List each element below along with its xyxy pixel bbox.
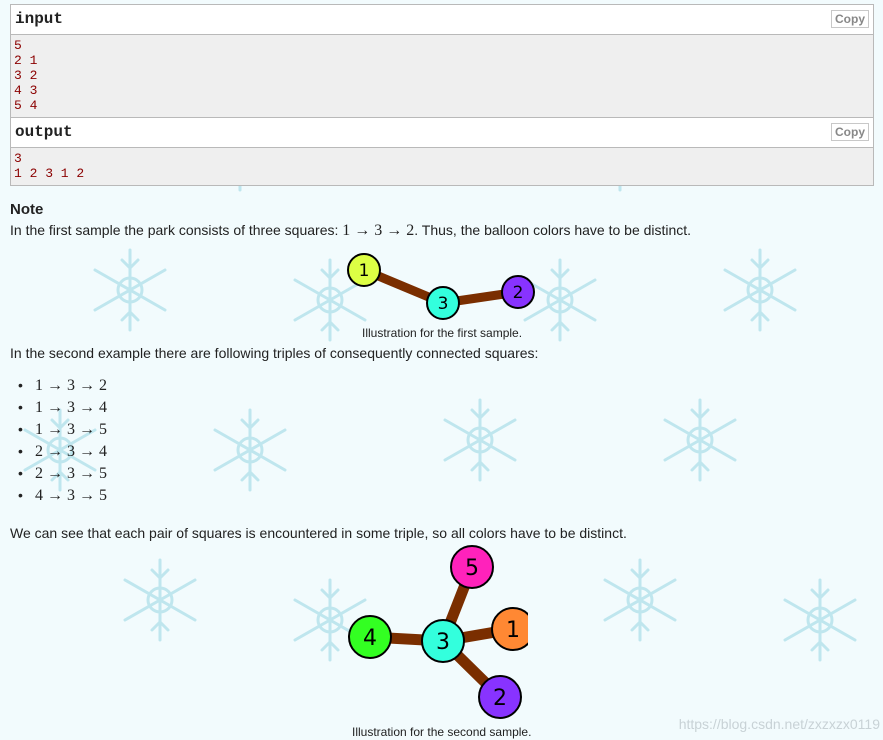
svg-text:3: 3	[438, 294, 449, 314]
graph-node-5: 5	[450, 545, 494, 589]
input-sample-block: input Copy 5 2 1 3 2 4 3 5 4	[10, 4, 874, 118]
svg-text:1: 1	[506, 618, 520, 643]
graph-node-2: 2	[501, 275, 535, 309]
list-item: 1 → 3 → 4	[18, 399, 107, 421]
watermark: https://blog.csdn.net/zxzxzx0119	[678, 716, 880, 732]
graph-node-1: 1	[347, 253, 381, 287]
list-item: 2 → 3 → 4	[18, 443, 107, 465]
list-item: 1 → 3 → 5	[18, 421, 107, 443]
second-sample-graph: 5 1 4 3 2	[348, 545, 528, 719]
first-figure-caption: Illustration for the first sample.	[362, 326, 523, 340]
graph-node-3: 3	[426, 286, 460, 320]
note-title: Note	[10, 201, 44, 218]
input-text[interactable]: 5 2 1 3 2 4 3 5 4	[11, 35, 873, 117]
output-text[interactable]: 3 1 2 3 1 2	[11, 148, 873, 185]
copy-output-button[interactable]: Copy	[831, 123, 869, 141]
path-math: 1 → 3 → 2	[342, 222, 415, 239]
graph-node-2: 2	[478, 675, 522, 719]
graph-node-4: 4	[348, 615, 392, 659]
svg-text:1: 1	[359, 261, 370, 281]
graph-node-3: 3	[421, 619, 465, 663]
graph-node-1: 1	[491, 607, 528, 651]
output-title: output	[15, 123, 73, 141]
list-item: 1 → 3 → 2	[18, 377, 107, 399]
list-item: 4 → 3 → 5	[18, 487, 107, 509]
list-item: 2 → 3 → 5	[18, 465, 107, 487]
second-figure-caption: Illustration for the second sample.	[352, 725, 532, 739]
note-paragraph-1: In the first sample the park consists of…	[10, 222, 692, 239]
input-header: input Copy	[11, 5, 873, 35]
svg-text:2: 2	[513, 283, 524, 303]
svg-text:5: 5	[465, 556, 479, 581]
output-header: output Copy	[11, 118, 873, 148]
copy-input-button[interactable]: Copy	[831, 10, 869, 28]
triples-list: 1 → 3 → 2 1 → 3 → 4 1 → 3 → 5 2 → 3 → 4 …	[18, 377, 107, 509]
output-sample-block: output Copy 3 1 2 3 1 2	[10, 117, 874, 186]
svg-text:3: 3	[436, 630, 450, 655]
first-sample-graph: 1 3 2	[347, 253, 535, 320]
note-paragraph-2: In the second example there are followin…	[10, 345, 539, 361]
note-paragraph-3: We can see that each pair of squares is …	[10, 525, 627, 541]
svg-text:2: 2	[493, 686, 507, 711]
input-title: input	[15, 10, 64, 28]
svg-text:4: 4	[363, 626, 377, 651]
